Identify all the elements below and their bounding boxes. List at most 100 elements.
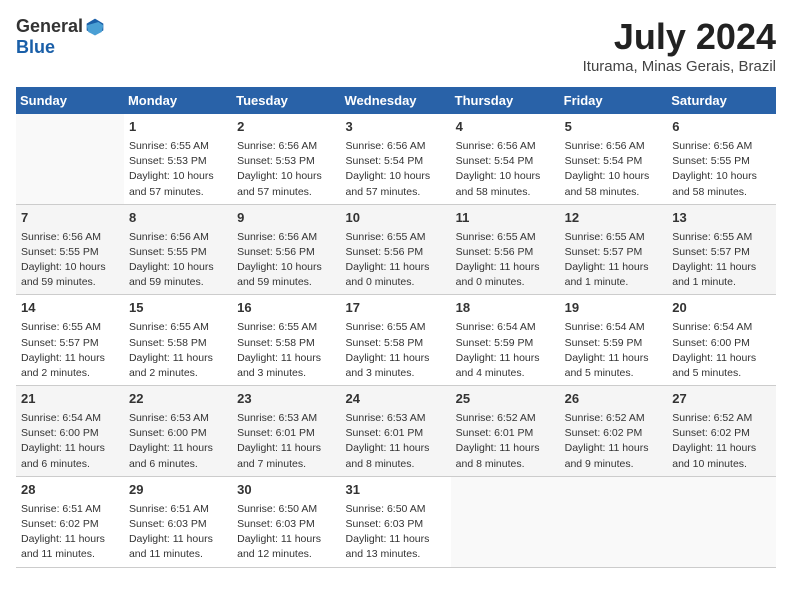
day-info: Sunrise: 6:56 AMSunset: 5:54 PMDaylight:… [565,139,663,200]
calendar-cell: 8Sunrise: 6:56 AMSunset: 5:55 PMDaylight… [124,204,232,295]
header-row: SundayMondayTuesdayWednesdayThursdayFrid… [16,87,776,114]
week-row-3: 14 Sunrise: 6:55 AMSunset: 5:57 PMDayligh… [16,295,776,386]
day-number: 25 [456,390,555,409]
day-info: Sunrise: 6:55 AMSunset: 5:53 PMDaylight:… [129,139,227,200]
calendar-cell: 22 Sunrise: 6:53 AMSunset: 6:00 PMDayligh… [124,386,232,477]
day-number: 23 [237,390,335,409]
page-header: General Blue July 2024 Iturama, Minas Ge… [16,16,776,75]
day-number: 15 [129,299,227,318]
day-info: Sunrise: 6:55 AMSunset: 5:57 PMDaylight:… [21,320,119,381]
day-number: 28 [21,481,119,500]
day-info: Sunrise: 6:52 AMSunset: 6:02 PMDaylight:… [565,411,663,472]
calendar-cell: 19 Sunrise: 6:54 AMSunset: 5:59 PMDayligh… [560,295,668,386]
day-info: Sunrise: 6:56 AMSunset: 5:54 PMDaylight:… [346,139,446,200]
title-block: July 2024 Iturama, Minas Gerais, Brazil [583,16,776,75]
month-title: July 2024 [583,16,776,58]
calendar-cell: 25Sunrise: 6:52 AMSunset: 6:01 PMDayligh… [451,386,560,477]
week-row-5: 28 Sunrise: 6:51 AMSunset: 6:02 PMDayligh… [16,476,776,567]
calendar-cell: 10 Sunrise: 6:55 AMSunset: 5:56 PMDayligh… [341,204,451,295]
day-number: 6 [672,118,771,137]
calendar-cell: 18 Sunrise: 6:54 AMSunset: 5:59 PMDayligh… [451,295,560,386]
calendar-cell: 20 Sunrise: 6:54 AMSunset: 6:00 PMDayligh… [667,295,776,386]
header-day-saturday: Saturday [667,87,776,114]
day-info: Sunrise: 6:55 AMSunset: 5:56 PMDaylight:… [346,230,446,291]
day-number: 13 [672,209,771,228]
header-day-sunday: Sunday [16,87,124,114]
day-info: Sunrise: 6:52 AMSunset: 6:02 PMDaylight:… [672,411,771,472]
calendar-cell: 9Sunrise: 6:56 AMSunset: 5:56 PMDaylight… [232,204,340,295]
day-number: 1 [129,118,227,137]
day-info: Sunrise: 6:55 AMSunset: 5:57 PMDaylight:… [672,230,771,291]
day-info: Sunrise: 6:53 AMSunset: 6:00 PMDaylight:… [129,411,227,472]
calendar-cell: 5 Sunrise: 6:56 AMSunset: 5:54 PMDaylight… [560,114,668,204]
day-number: 21 [21,390,119,409]
calendar-cell: 21 Sunrise: 6:54 AMSunset: 6:00 PMDayligh… [16,386,124,477]
calendar-cell: 17 Sunrise: 6:55 AMSunset: 5:58 PMDayligh… [341,295,451,386]
day-info: Sunrise: 6:54 AMSunset: 5:59 PMDaylight:… [565,320,663,381]
logo-blue-text: Blue [16,37,55,57]
calendar-cell [16,114,124,204]
day-info: Sunrise: 6:56 AMSunset: 5:55 PMDaylight:… [672,139,771,200]
location-subtitle: Iturama, Minas Gerais, Brazil [583,58,776,75]
day-info: Sunrise: 6:55 AMSunset: 5:58 PMDaylight:… [237,320,335,381]
day-number: 11 [456,209,555,228]
day-number: 5 [565,118,663,137]
day-info: Sunrise: 6:51 AMSunset: 6:02 PMDaylight:… [21,502,119,563]
calendar-cell: 14 Sunrise: 6:55 AMSunset: 5:57 PMDayligh… [16,295,124,386]
logo-icon [85,17,105,37]
day-number: 7 [21,209,119,228]
day-number: 9 [237,209,335,228]
day-info: Sunrise: 6:51 AMSunset: 6:03 PMDaylight:… [129,502,227,563]
calendar-cell: 3Sunrise: 6:56 AMSunset: 5:54 PMDaylight… [341,114,451,204]
day-info: Sunrise: 6:53 AMSunset: 6:01 PMDaylight:… [346,411,446,472]
day-info: Sunrise: 6:55 AMSunset: 5:58 PMDaylight:… [346,320,446,381]
calendar-table: SundayMondayTuesdayWednesdayThursdayFrid… [16,87,776,568]
calendar-cell: 24 Sunrise: 6:53 AMSunset: 6:01 PMDayligh… [341,386,451,477]
calendar-cell: 6 Sunrise: 6:56 AMSunset: 5:55 PMDaylight… [667,114,776,204]
week-row-2: 7Sunrise: 6:56 AMSunset: 5:55 PMDaylight… [16,204,776,295]
logo: General Blue [16,16,105,58]
calendar-cell: 31Sunrise: 6:50 AMSunset: 6:03 PMDayligh… [341,476,451,567]
day-info: Sunrise: 6:55 AMSunset: 5:58 PMDaylight:… [129,320,227,381]
day-number: 24 [346,390,446,409]
calendar-cell: 29 Sunrise: 6:51 AMSunset: 6:03 PMDayligh… [124,476,232,567]
day-info: Sunrise: 6:55 AMSunset: 5:57 PMDaylight:… [565,230,663,291]
calendar-cell: 1 Sunrise: 6:55 AMSunset: 5:53 PMDaylight… [124,114,232,204]
week-row-4: 21 Sunrise: 6:54 AMSunset: 6:00 PMDayligh… [16,386,776,477]
day-number: 14 [21,299,119,318]
logo-general-text: General [16,16,83,37]
day-number: 10 [346,209,446,228]
header-day-monday: Monday [124,87,232,114]
day-number: 18 [456,299,555,318]
day-number: 19 [565,299,663,318]
calendar-cell: 4Sunrise: 6:56 AMSunset: 5:54 PMDaylight… [451,114,560,204]
header-day-thursday: Thursday [451,87,560,114]
calendar-cell: 13 Sunrise: 6:55 AMSunset: 5:57 PMDayligh… [667,204,776,295]
calendar-cell: 28 Sunrise: 6:51 AMSunset: 6:02 PMDayligh… [16,476,124,567]
day-number: 29 [129,481,227,500]
day-number: 8 [129,209,227,228]
calendar-cell [667,476,776,567]
day-number: 2 [237,118,335,137]
calendar-cell [451,476,560,567]
calendar-cell: 26Sunrise: 6:52 AMSunset: 6:02 PMDayligh… [560,386,668,477]
header-day-wednesday: Wednesday [341,87,451,114]
calendar-cell: 15 Sunrise: 6:55 AMSunset: 5:58 PMDayligh… [124,295,232,386]
day-info: Sunrise: 6:54 AMSunset: 6:00 PMDaylight:… [672,320,771,381]
day-number: 16 [237,299,335,318]
calendar-cell: 30Sunrise: 6:50 AMSunset: 6:03 PMDayligh… [232,476,340,567]
day-number: 12 [565,209,663,228]
header-day-tuesday: Tuesday [232,87,340,114]
day-number: 20 [672,299,771,318]
calendar-cell: 27Sunrise: 6:52 AMSunset: 6:02 PMDayligh… [667,386,776,477]
day-number: 17 [346,299,446,318]
day-number: 31 [346,481,446,500]
day-number: 22 [129,390,227,409]
calendar-cell: 11Sunrise: 6:55 AMSunset: 5:56 PMDayligh… [451,204,560,295]
day-info: Sunrise: 6:53 AMSunset: 6:01 PMDaylight:… [237,411,335,472]
week-row-1: 1 Sunrise: 6:55 AMSunset: 5:53 PMDaylight… [16,114,776,204]
calendar-cell: 16 Sunrise: 6:55 AMSunset: 5:58 PMDayligh… [232,295,340,386]
day-info: Sunrise: 6:54 AMSunset: 5:59 PMDaylight:… [456,320,555,381]
calendar-cell [560,476,668,567]
day-info: Sunrise: 6:54 AMSunset: 6:00 PMDaylight:… [21,411,119,472]
